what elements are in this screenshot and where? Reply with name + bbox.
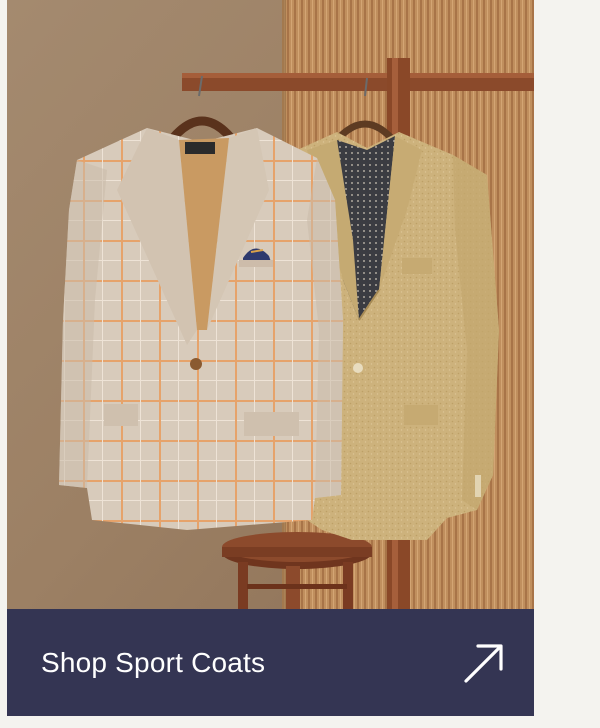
sport-coats-promo-card[interactable]: Shop Sport Coats	[7, 0, 534, 716]
shop-sport-coats-label: Shop Sport Coats	[41, 646, 266, 678]
arrow-up-right-icon	[462, 641, 506, 685]
shop-sport-coats-button[interactable]: Shop Sport Coats	[7, 609, 534, 716]
sport-coats-photo[interactable]	[7, 0, 534, 609]
